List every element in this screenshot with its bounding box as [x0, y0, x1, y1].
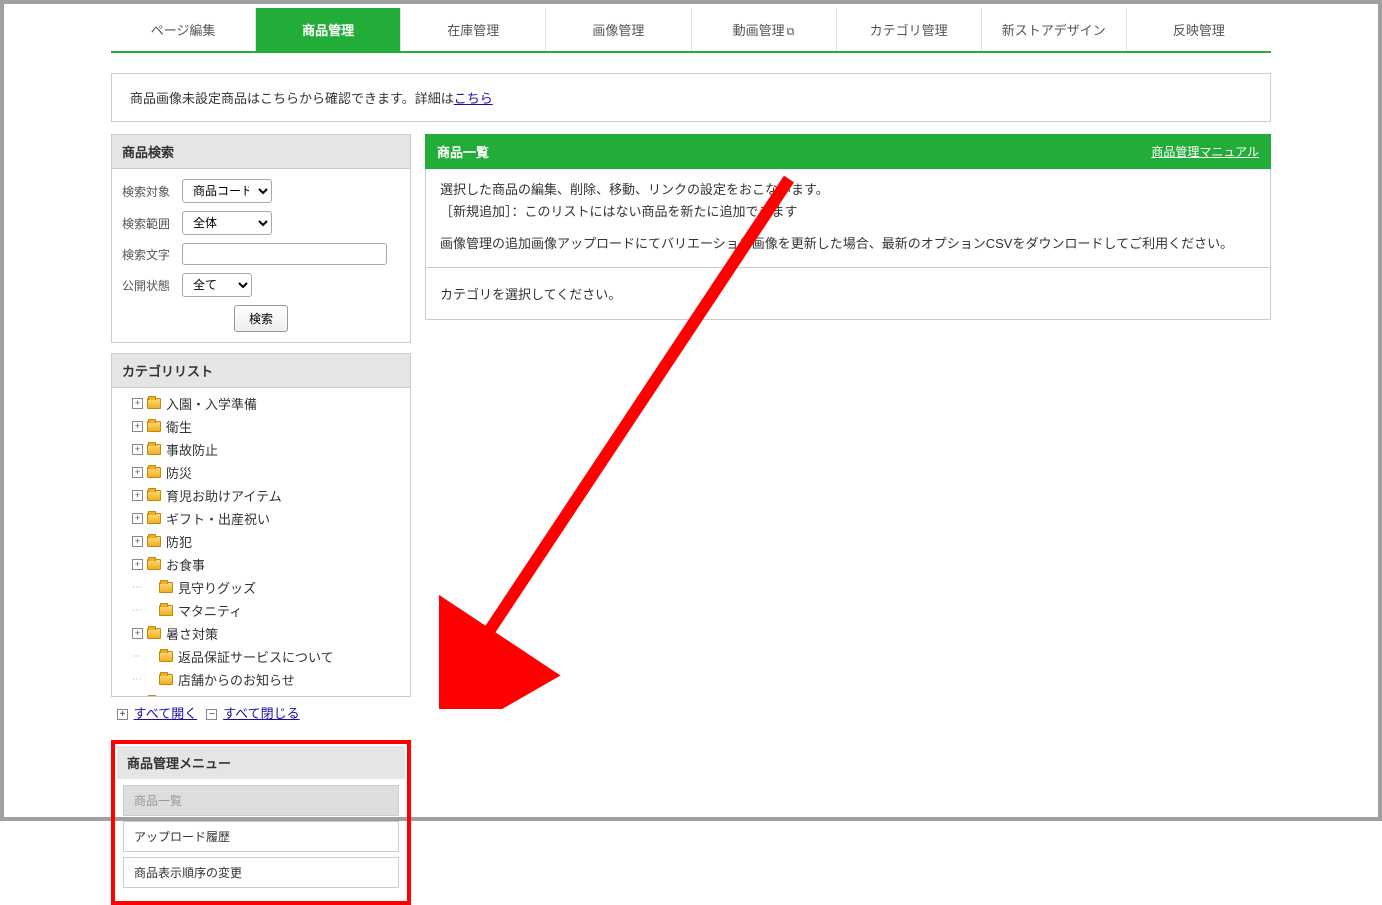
tree-item-label: お食事: [166, 555, 205, 574]
search-panel-title: 商品検索: [111, 134, 411, 168]
product-menu-panel: 商品管理メニュー 商品一覧アップロード履歴商品表示順序の変更: [111, 740, 411, 905]
search-text-label: 検索文字: [122, 246, 182, 263]
expand-all-link[interactable]: すべて開く: [134, 706, 198, 721]
search-scope-label: 検索範囲: [122, 215, 182, 232]
tree-item[interactable]: ⋯見守りグッズ: [112, 576, 410, 599]
tree-item-label: 見守りグッズ: [178, 578, 256, 597]
category-list-panel: + 入園・入学準備 + 衛生 + 事故防止 + 防災 + 育児お助けアイテム + ギフト・出産祝い + 防…: [111, 387, 411, 697]
folder-icon: [147, 444, 161, 455]
expander-icon[interactable]: +: [132, 490, 143, 501]
manual-link[interactable]: 商品管理マニュアル: [1151, 143, 1259, 160]
tree-item-label: 店舗からのお知らせ: [178, 670, 295, 689]
notice-link[interactable]: こちら: [454, 91, 493, 106]
tree-item[interactable]: + 暑さ対策: [112, 622, 410, 645]
folder-icon: [147, 628, 161, 639]
tree-item[interactable]: + 事故防止: [112, 438, 410, 461]
tab-3[interactable]: 画像管理: [546, 8, 691, 51]
search-button[interactable]: 検索: [234, 305, 288, 332]
folder-icon: [159, 674, 173, 685]
search-text-input[interactable]: [182, 243, 387, 265]
tree-item-label: 防犯: [166, 532, 192, 551]
expander-icon[interactable]: +: [132, 513, 143, 524]
product-menu-title: 商品管理メニュー: [117, 746, 405, 779]
search-target-label: 検索対象: [122, 183, 182, 200]
menu-item-2[interactable]: 商品表示順序の変更: [123, 857, 399, 888]
main-header: 商品一覧 商品管理マニュアル: [425, 134, 1271, 169]
tree-item[interactable]: + 入園・入学準備: [112, 392, 410, 415]
tree-item[interactable]: + 防災: [112, 461, 410, 484]
collapse-all-link[interactable]: すべて閉じる: [223, 706, 300, 721]
tree-item[interactable]: ⋯マタニティ: [112, 599, 410, 622]
notice-bar: 商品画像未設定商品はこちらから確認できます。詳細はこちら: [111, 73, 1271, 122]
tab-1[interactable]: 商品管理: [256, 8, 401, 51]
minus-icon: −: [206, 709, 217, 720]
tree-item-label: 入園・入学準備: [166, 394, 257, 413]
folder-icon: [147, 398, 161, 409]
expander-icon[interactable]: +: [132, 398, 143, 409]
tree-item[interactable]: + 衛生: [112, 415, 410, 438]
tab-0[interactable]: ページ編集: [111, 8, 256, 51]
tree-item-label: ギフト・出産祝い: [166, 509, 270, 528]
folder-icon: [147, 467, 161, 478]
tree-item-label: 暑さ対策: [166, 624, 218, 643]
folder-icon: [147, 490, 161, 501]
tree-item[interactable]: + 育児お助けアイテム: [112, 484, 410, 507]
main-prompt: カテゴリを選択してください。: [426, 268, 1270, 319]
expander-icon[interactable]: +: [132, 628, 143, 639]
notice-text: 商品画像未設定商品はこちらから確認できます。詳細は: [130, 91, 454, 106]
tab-2[interactable]: 在庫管理: [401, 8, 546, 51]
top-tabs: ページ編集商品管理在庫管理画像管理動画管理⧉カテゴリ管理新ストアデザイン反映管理: [111, 8, 1271, 53]
folder-icon: [147, 559, 161, 570]
tree-item[interactable]: + お食事: [112, 553, 410, 576]
category-tree[interactable]: + 入園・入学準備 + 衛生 + 事故防止 + 防災 + 育児お助けアイテム + ギフト・出産祝い + 防…: [112, 388, 410, 696]
plus-icon: +: [117, 709, 128, 720]
expander-icon[interactable]: +: [132, 421, 143, 432]
tree-item[interactable]: +コンテンツ: [112, 691, 410, 696]
search-scope-select[interactable]: 全体: [182, 211, 272, 235]
folder-icon: [159, 605, 173, 616]
tree-item-label: 返品保証サービスについて: [178, 647, 334, 666]
tree-item[interactable]: + ギフト・出産祝い: [112, 507, 410, 530]
menu-item-1[interactable]: アップロード履歴: [123, 821, 399, 852]
tree-item-label: 衛生: [166, 417, 192, 436]
tab-6[interactable]: 新ストアデザイン: [982, 8, 1127, 51]
tree-actions: + すべて開く − すべて閉じる: [111, 697, 411, 728]
search-target-select[interactable]: 商品コード: [182, 179, 272, 203]
tab-4[interactable]: 動画管理⧉: [692, 8, 837, 51]
tree-item[interactable]: ⋯店舗からのお知らせ: [112, 668, 410, 691]
tree-item-label: マタニティ: [178, 601, 242, 620]
folder-icon: [147, 536, 161, 547]
category-list-title: カテゴリリスト: [111, 353, 411, 387]
tree-item[interactable]: ⋯返品保証サービスについて: [112, 645, 410, 668]
expander-icon[interactable]: +: [132, 467, 143, 478]
menu-item-0[interactable]: 商品一覧: [123, 785, 399, 816]
folder-icon: [147, 513, 161, 524]
search-panel: 検索対象 商品コード 検索範囲 全体 検索文字 公開状態 全て 検索: [111, 168, 411, 343]
main-title: 商品一覧: [437, 142, 489, 161]
main-description: 選択した商品の編集、削除、移動、リンクの設定をおこないます。 ［新規追加］：この…: [426, 169, 1270, 268]
expander-icon[interactable]: +: [132, 444, 143, 455]
tree-item-label: 育児お助けアイテム: [166, 486, 282, 505]
tree-item-label: 事故防止: [166, 440, 218, 459]
tree-item-label: 防災: [166, 463, 192, 482]
tree-item-label: コンテンツ: [166, 693, 231, 696]
folder-icon: [159, 651, 173, 662]
tree-item[interactable]: + 防犯: [112, 530, 410, 553]
folder-icon: [159, 582, 173, 593]
folder-icon: [147, 421, 161, 432]
tab-7[interactable]: 反映管理: [1127, 8, 1271, 51]
search-status-select[interactable]: 全て: [182, 273, 252, 297]
tab-5[interactable]: カテゴリ管理: [837, 8, 982, 51]
search-status-label: 公開状態: [122, 277, 182, 294]
expander-icon[interactable]: +: [132, 559, 143, 570]
external-icon: ⧉: [787, 26, 795, 38]
expander-icon[interactable]: +: [132, 536, 143, 547]
